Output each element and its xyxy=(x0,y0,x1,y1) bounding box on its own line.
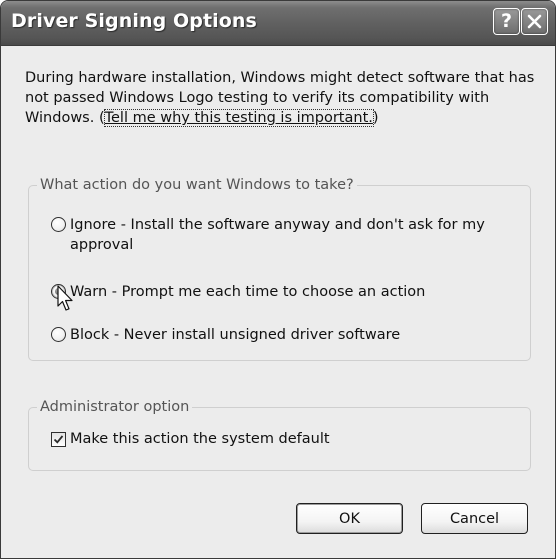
title-bar[interactable]: Driver Signing Options ? xyxy=(1,1,555,46)
radio-warn[interactable] xyxy=(51,284,66,299)
system-default-option[interactable]: Make this action the system default xyxy=(51,431,330,447)
radio-warn-label[interactable]: Warn - Prompt me each time to choose an … xyxy=(70,282,425,302)
cancel-button[interactable]: Cancel xyxy=(421,503,528,534)
radio-warn-option[interactable]: Warn - Prompt me each time to choose an … xyxy=(51,282,511,302)
action-group-label: What action do you want Windows to take? xyxy=(37,176,357,194)
radio-ignore-label[interactable]: Ignore - Install the software anyway and… xyxy=(70,215,511,255)
ok-button[interactable]: OK xyxy=(296,503,403,534)
help-icon: ? xyxy=(500,10,513,32)
radio-block[interactable] xyxy=(51,327,66,342)
system-default-label[interactable]: Make this action the system default xyxy=(70,431,330,447)
system-default-checkbox[interactable] xyxy=(51,431,66,447)
radio-ignore[interactable] xyxy=(51,217,66,232)
description-text: During hardware installation, Windows mi… xyxy=(25,68,535,128)
radio-block-label[interactable]: Block - Never install unsigned driver so… xyxy=(70,325,400,345)
description-close-paren: ) xyxy=(372,110,379,126)
radio-ignore-option[interactable]: Ignore - Install the software anyway and… xyxy=(51,215,511,255)
radio-block-option[interactable]: Block - Never install unsigned driver so… xyxy=(51,325,511,345)
driver-signing-dialog: Driver Signing Options ? During hardware… xyxy=(0,0,556,559)
close-button[interactable] xyxy=(521,8,548,35)
checkmark-icon xyxy=(53,434,64,444)
window-title: Driver Signing Options xyxy=(11,10,257,32)
admin-group-label: Administrator option xyxy=(37,398,193,416)
help-button[interactable]: ? xyxy=(493,8,520,35)
close-icon xyxy=(527,14,542,29)
testing-info-link[interactable]: Tell me why this testing is important. xyxy=(103,109,374,127)
